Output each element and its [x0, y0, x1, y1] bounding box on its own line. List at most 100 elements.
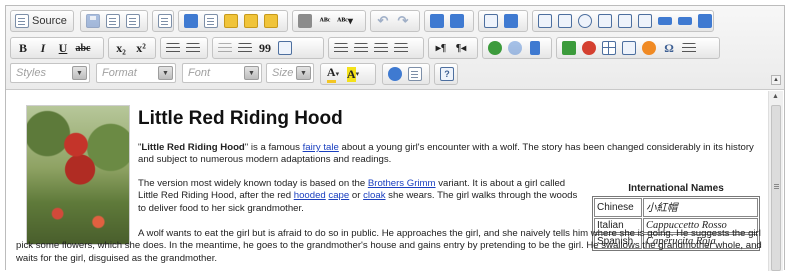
content-scrollbar[interactable]: ▲: [768, 91, 783, 271]
paste-word-button[interactable]: [261, 12, 281, 30]
text-color-button[interactable]: A ▾: [323, 65, 343, 83]
underline-button[interactable]: U: [53, 39, 73, 57]
special-char-button[interactable]: Ω: [659, 39, 679, 57]
show-blocks-icon: [408, 67, 422, 81]
align-right-button[interactable]: [371, 39, 391, 57]
textfield-button[interactable]: [595, 12, 615, 30]
link-cloak[interactable]: cloak: [363, 190, 385, 201]
textarea-button[interactable]: [615, 12, 635, 30]
outdent-button[interactable]: [215, 39, 235, 57]
group-about: ?: [434, 63, 458, 85]
cut-button[interactable]: [181, 12, 201, 30]
link-hooded[interactable]: hooded: [294, 190, 326, 201]
styles-combo[interactable]: Styles ▼: [10, 63, 90, 83]
link-brothers-grimm[interactable]: Brothers Grimm: [368, 178, 436, 189]
table-button[interactable]: [599, 39, 619, 57]
align-left-icon: [334, 43, 348, 55]
remove-format-button[interactable]: [501, 12, 521, 30]
spellcheck-button[interactable]: ᴬᴮᶜ: [315, 12, 335, 30]
group-indent: 99: [212, 37, 324, 59]
show-blocks-button[interactable]: [405, 65, 425, 83]
format-combo[interactable]: Format ▼: [96, 63, 176, 83]
horizontal-rule-button[interactable]: [619, 39, 639, 57]
image-button[interactable]: [559, 39, 579, 57]
form-button[interactable]: [535, 12, 555, 30]
new-page-button[interactable]: [103, 12, 123, 30]
subscript-button[interactable]: x₂: [111, 39, 131, 57]
page-break-button[interactable]: [679, 39, 699, 57]
paste-word-icon: [264, 14, 278, 28]
bulleted-list-button[interactable]: [183, 39, 203, 57]
creatediv-button[interactable]: [275, 39, 295, 57]
bold-button[interactable]: B: [13, 39, 33, 57]
page-title: Little Red Riding Hood: [138, 108, 343, 129]
flash-button[interactable]: [579, 39, 599, 57]
collapse-toolbar-button[interactable]: ▲: [771, 75, 781, 85]
checkbox-button[interactable]: [555, 12, 575, 30]
form-button-button[interactable]: [655, 12, 675, 30]
image-button-button[interactable]: [675, 12, 695, 30]
table-cell-name[interactable]: 小紅帽: [643, 198, 758, 217]
table-cell-language[interactable]: Chinese: [594, 198, 642, 217]
form-button-icon: [658, 17, 672, 25]
unlink-button[interactable]: [505, 39, 525, 57]
font-combo[interactable]: Font ▼: [182, 63, 262, 83]
redo-button[interactable]: ↷: [393, 12, 413, 30]
hidden-field-button[interactable]: [695, 12, 715, 30]
smiley-button[interactable]: [639, 39, 659, 57]
group-source: Source: [10, 10, 74, 32]
paste-text-button[interactable]: [241, 12, 261, 30]
group-lists: [160, 37, 208, 59]
chevron-down-icon: ▼: [296, 66, 311, 80]
rtl-button[interactable]: ¶◂: [451, 39, 471, 57]
paste-button[interactable]: [221, 12, 241, 30]
scayt-button[interactable]: ᴬᴮᶜ▾: [335, 12, 355, 30]
link-cape[interactable]: cape: [328, 190, 349, 201]
preview-button[interactable]: [123, 12, 143, 30]
select-field-button[interactable]: [635, 12, 655, 30]
bg-color-button[interactable]: A ▾: [343, 65, 363, 83]
smiley-icon: [642, 41, 656, 55]
grip-icon: [774, 184, 779, 185]
scroll-up-icon[interactable]: ▲: [772, 93, 779, 100]
blockquote-button[interactable]: 99: [255, 39, 275, 57]
group-clipboard: [178, 10, 288, 32]
radio-button[interactable]: [575, 12, 595, 30]
undo-button[interactable]: ↶: [373, 12, 393, 30]
ltr-button[interactable]: ▸¶: [431, 39, 451, 57]
templates-button[interactable]: [155, 12, 175, 30]
numbered-list-icon: [166, 43, 180, 55]
chevron-down-icon: ▼: [72, 66, 87, 80]
find-button[interactable]: [427, 12, 447, 30]
link-button[interactable]: [485, 39, 505, 57]
save-button[interactable]: [83, 12, 103, 30]
table-row: Chinese 小紅帽: [594, 198, 758, 217]
source-button[interactable]: Source: [13, 12, 69, 30]
maximize-button[interactable]: [385, 65, 405, 83]
indent-button[interactable]: [235, 39, 255, 57]
preview-icon: [126, 14, 140, 28]
select-all-button[interactable]: [481, 12, 501, 30]
print-button[interactable]: [295, 12, 315, 30]
replace-button[interactable]: [447, 12, 467, 30]
about-button[interactable]: ?: [437, 65, 457, 83]
align-left-button[interactable]: [331, 39, 351, 57]
new-page-icon: [106, 14, 120, 28]
numbered-list-button[interactable]: [163, 39, 183, 57]
anchor-button[interactable]: [525, 39, 545, 57]
binoculars-icon: [430, 14, 444, 28]
link-fairy-tale[interactable]: fairy tale: [303, 142, 339, 153]
italic-button[interactable]: I: [33, 39, 53, 57]
superscript-button[interactable]: x²: [131, 39, 151, 57]
group-colors: A ▾ A ▾: [320, 63, 376, 85]
align-justify-button[interactable]: [391, 39, 411, 57]
maximize-icon: [388, 67, 402, 81]
replace-icon: [450, 14, 464, 28]
copy-button[interactable]: [201, 12, 221, 30]
scrollbar-thumb[interactable]: [771, 105, 781, 271]
editor-content[interactable]: Little Red Riding Hood "Little Red Ridin…: [12, 95, 766, 271]
align-center-button[interactable]: [351, 39, 371, 57]
group-tools: [382, 63, 430, 85]
size-combo[interactable]: Size ▼: [266, 63, 314, 83]
strikethrough-button[interactable]: abc: [73, 39, 93, 57]
